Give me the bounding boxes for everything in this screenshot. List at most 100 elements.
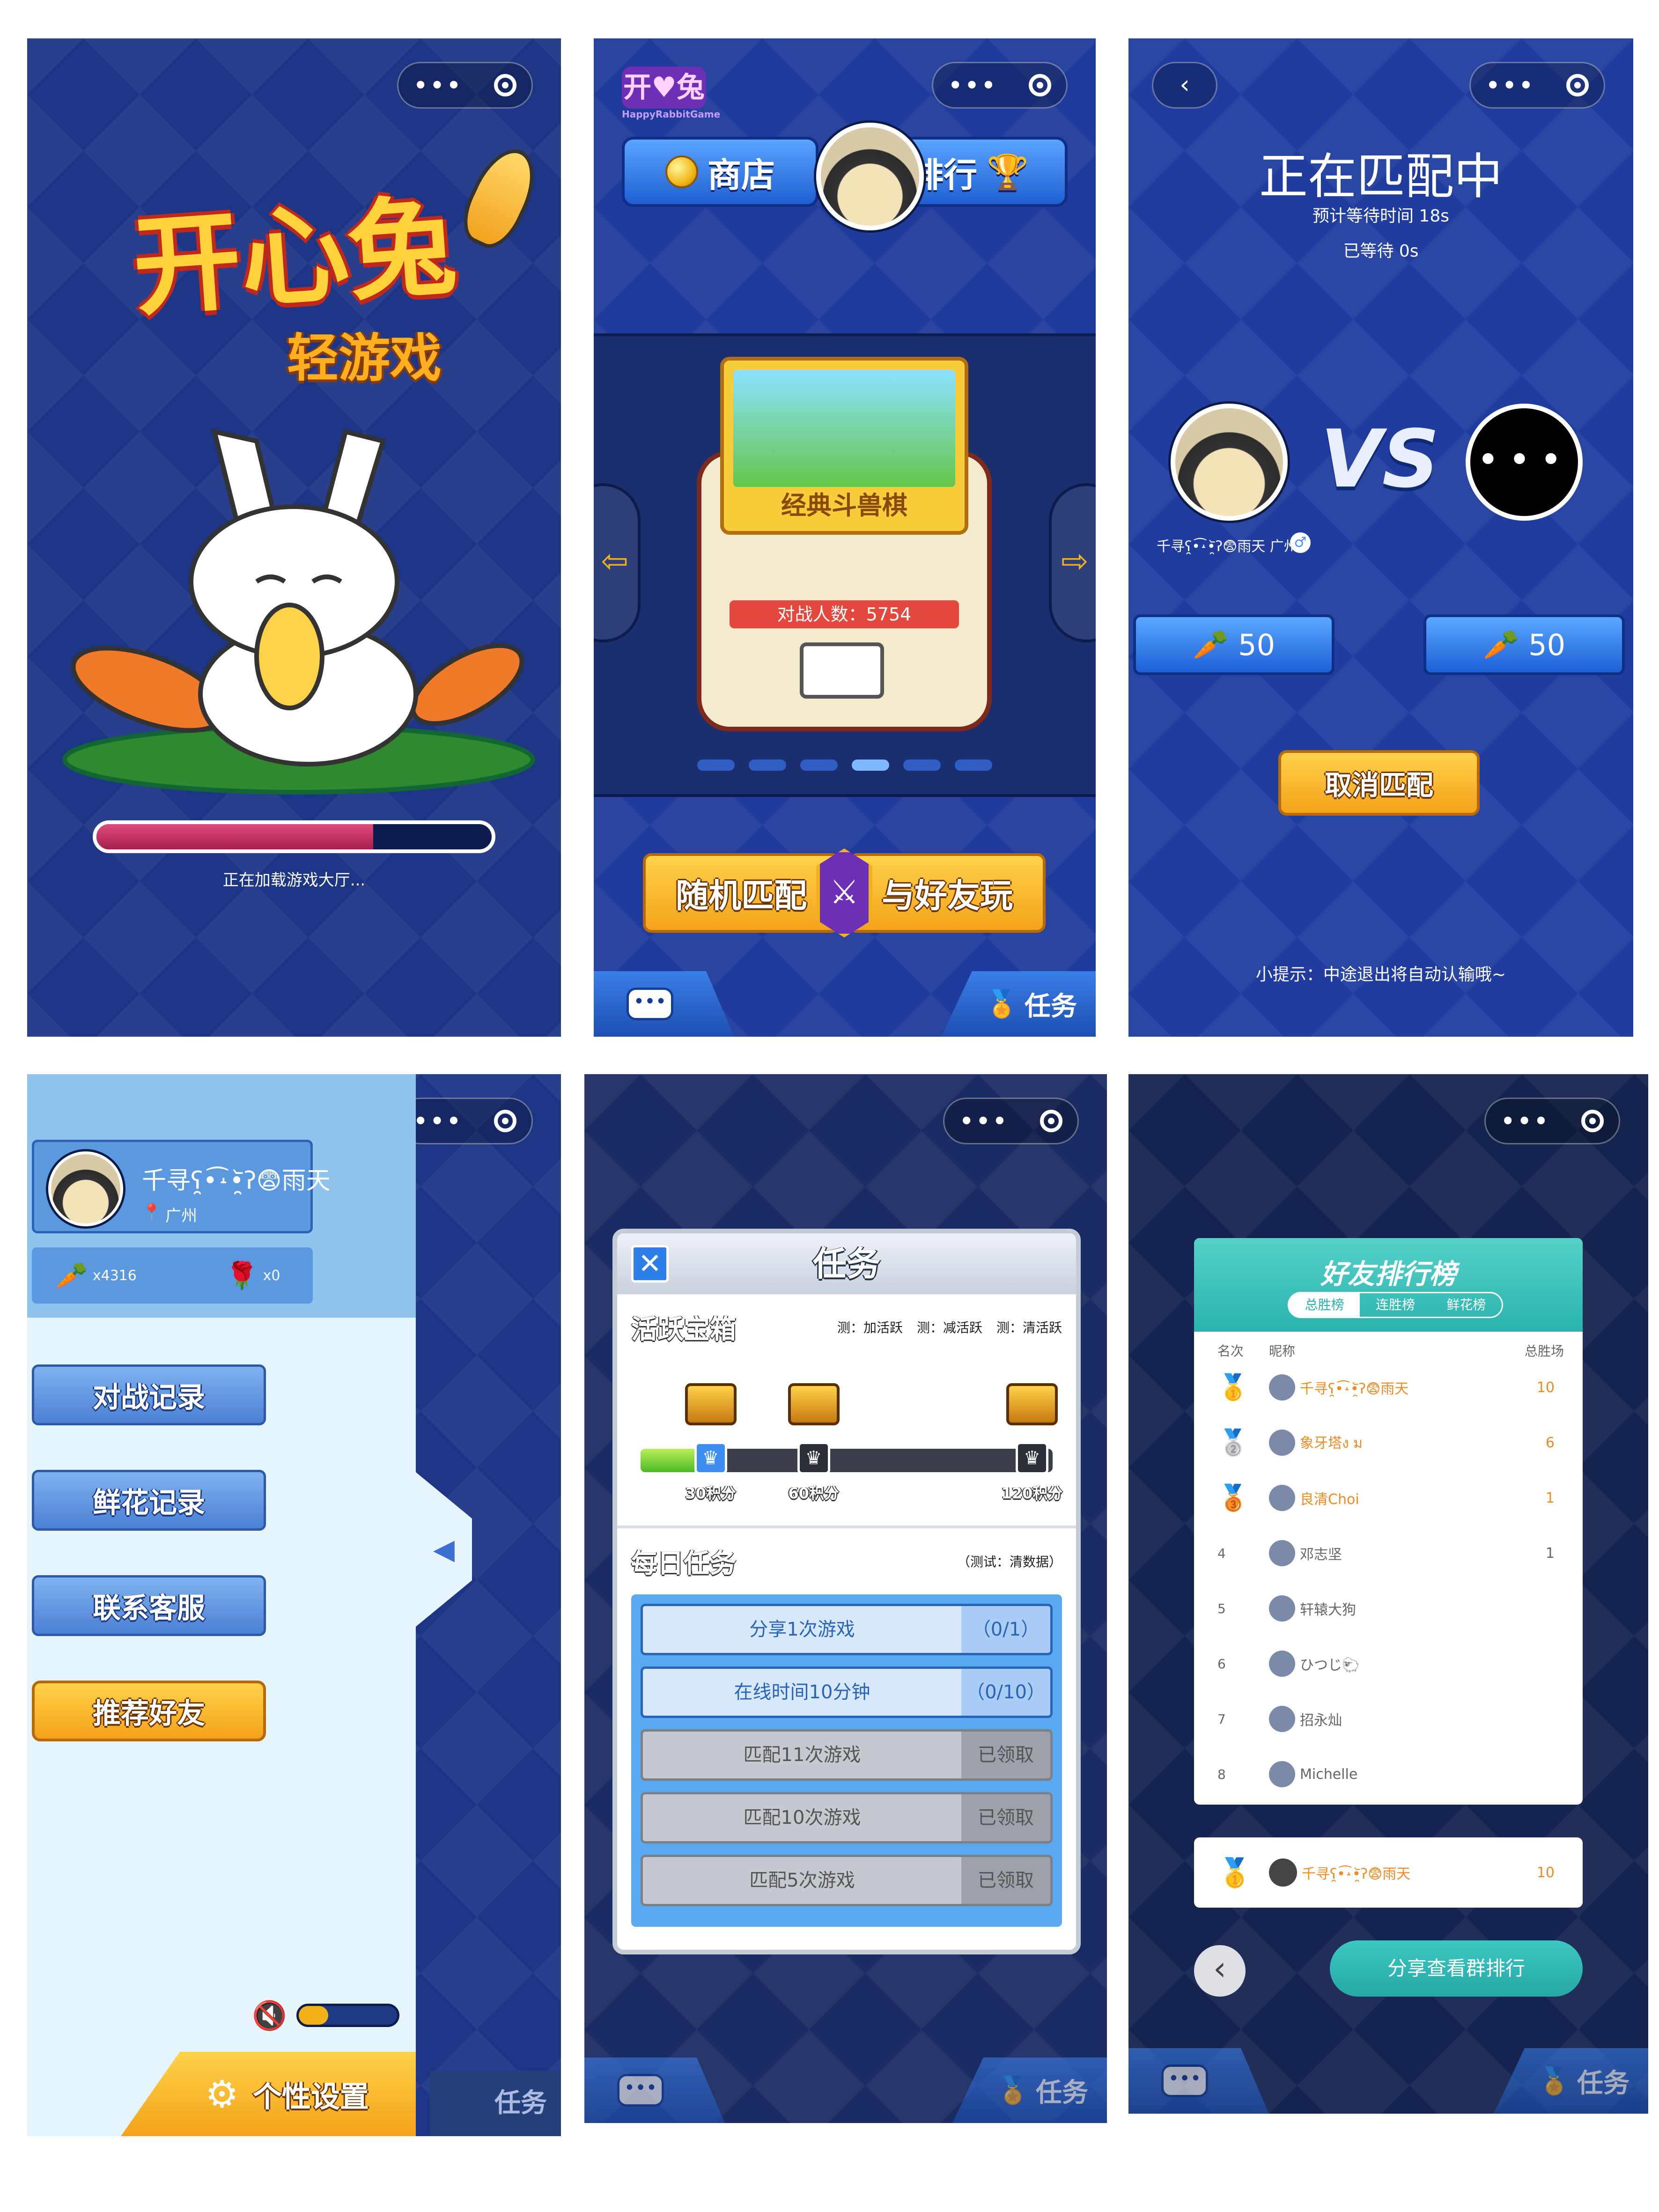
carrot-icon: 🥕 [55,1261,88,1291]
user-avatar[interactable] [816,123,924,230]
close-icon[interactable] [1581,1110,1604,1132]
screen-loading: ••• 开心兔 轻游戏 正在加载游戏大厅... [27,38,561,1037]
right-score: 50 [1528,627,1566,662]
task-button[interactable]: 🏅 任务 [941,971,1096,1037]
chat-button[interactable]: ••• [594,971,734,1037]
daily-task-name: 匹配10次游戏 [643,1794,961,1841]
side-drawer: 千寻ʕ̯•͡˔•̯᷅ʔ😨雨天 📍 广州 🥕 x4316 🌹 x0 对战记录 鲜花记… [27,1074,416,2136]
speaker-muted-icon[interactable]: 🔇 [252,1999,287,2032]
active-test-link-1[interactable]: 测：加活跃 [837,1318,903,1336]
carousel-dot[interactable] [903,759,941,771]
more-icon[interactable]: ••• [413,73,463,98]
menu-button-1[interactable]: 对战记录 [32,1364,266,1425]
volume-control: 🔇 [252,1997,406,2034]
daily-task-name: 在线时间10分钟 [643,1669,961,1716]
trophy-icon: 🏆 [987,152,1029,192]
friend-name: 象牙塔ง ม [1300,1435,1363,1452]
profile-card[interactable]: 千寻ʕ̯•͡˔•̯᷅ʔ😨雨天 📍 广州 [32,1140,331,1233]
waited-text: 已等待 0s [1343,242,1419,261]
players-count-bar: 对战人数：5754 [730,600,959,628]
daily-test-link[interactable]: （测试：清数据） [957,1552,1062,1571]
settings-button[interactable]: ⚙ 个性设置 [121,2052,416,2136]
ranking-panel: 好友排行榜 总胜榜 连胜榜 鲜花榜 名次 昵称 总胜场 🥇 千寻ʕ̯•͡˔•̯᷅ʔ😨雨… [1194,1238,1583,1805]
daily-tasks-section: 每日任务 （测试：清数据） 分享1次游戏 （0/1） 在线时间10分钟 （0/10）匹… [617,1528,1076,1941]
close-dialog-button[interactable]: ✕ [631,1245,669,1283]
close-icon[interactable] [1040,1110,1062,1132]
shop-button[interactable]: 商店 [622,137,818,207]
miniprogram-capsule[interactable]: ••• [932,62,1068,109]
back-button[interactable]: ‹ [1152,62,1217,109]
close-icon[interactable] [494,74,516,96]
daily-task-row[interactable]: 匹配11次游戏 已领取 [641,1729,1053,1781]
friend-name: 良清Choi [1300,1491,1359,1508]
chat-icon: ••• [627,988,673,1020]
friend-name: 轩辕大狗 [1300,1602,1356,1618]
flower-icon: 🌹 [225,1261,258,1291]
right-score-ribbon: 🥕 50 [1423,614,1625,675]
carousel-dot[interactable] [697,759,735,771]
daily-task-row[interactable]: 在线时间10分钟 （0/10） [641,1666,1053,1718]
miniprogram-capsule[interactable]: ••• [397,1098,533,1144]
drawer-collapse-tab[interactable]: ◀ [416,1472,472,1627]
ranking-back-button[interactable]: ‹ [1194,1945,1246,1997]
chat-button[interactable]: ••• [1128,2048,1269,2114]
share-group-rank-button[interactable]: 分享查看群排行 [1330,1940,1583,1997]
milestone-label: 30积分 [685,1484,736,1502]
game-cover-image [733,370,955,487]
chat-button[interactable]: ••• [584,2057,725,2123]
estimate-text: 预计等待时间 18s [1312,206,1449,226]
menu-button-4[interactable]: 推荐好友 [32,1681,266,1741]
medal-icon: 🏅 [985,989,1018,1019]
active-test-link-2[interactable]: 测：减活跃 [917,1318,982,1336]
screen-tasks: ••• ✕ 任务 活跃宝箱 测：加活跃 测：减活跃 测：清活跃 ♛ 30积分 ♛ 60积分… [584,1074,1107,2123]
ranking-tab-3[interactable]: 鲜花榜 [1431,1293,1502,1317]
menu-button-3[interactable]: 联系客服 [32,1575,266,1636]
daily-task-status: 已领取 [961,1794,1050,1841]
miniprogram-capsule[interactable]: ••• [943,1098,1079,1144]
ranking-rows: 🥇 千寻ʕ̯•͡˔•̯᷅ʔ😨雨天 10 🥈 象牙塔ง ม 6 🥉 良清Choi 1 4 邓志坚 1 5 轩… [1194,1360,1583,1802]
friend-play-button[interactable]: 与好友玩 [849,853,1046,933]
treasure-chest-icon [788,1383,840,1425]
logo: 开心兔 轻游戏 [83,170,505,391]
more-icon[interactable]: ••• [1501,1108,1550,1134]
carousel-dot[interactable] [749,759,786,771]
game-console-card[interactable]: 经典斗兽棋 对战人数：5754 [697,357,992,731]
close-icon[interactable] [1566,74,1589,96]
more-icon[interactable]: ••• [1486,73,1535,98]
active-chest-title: 活跃宝箱 [631,1314,736,1345]
menu-button-2[interactable]: 鲜花记录 [32,1470,266,1531]
carousel-dot[interactable] [955,759,992,771]
close-icon[interactable] [1028,74,1051,96]
coin-icon [665,155,698,188]
miniprogram-capsule[interactable]: ••• [1469,62,1605,109]
carousel-dot[interactable] [800,759,838,771]
cancel-match-button[interactable]: 取消匹配 [1278,750,1480,816]
tasks-title: 任务 [812,1244,880,1283]
task-button[interactable]: 🏅 任务 [1494,2048,1648,2114]
daily-task-row[interactable]: 匹配10次游戏 已领取 [641,1792,1053,1843]
ranking-row: 🥇 千寻ʕ̯•͡˔•̯᷅ʔ😨雨天 10 [1194,1360,1583,1415]
more-icon[interactable]: ••• [413,1108,463,1134]
more-icon[interactable]: ••• [959,1108,1009,1134]
carousel-next-button[interactable]: ⇨ [1049,483,1096,642]
ranking-tab-2[interactable]: 连胜榜 [1360,1293,1430,1317]
task-button[interactable]: 🏅 任务 [952,2057,1107,2123]
miniprogram-capsule[interactable]: ••• [397,62,533,109]
carousel-prev-button[interactable]: ⇦ [594,483,641,642]
screen-lobby: HappyRabbitGame 开♥兔 ••• 商店 排行 🏆 ⇦ ⇨ 经典斗兽棋… [594,38,1096,1037]
gear-icon: ⚙ [205,2072,239,2116]
carousel-dot[interactable] [852,759,889,771]
daily-task-row[interactable]: 匹配5次游戏 已领取 [641,1855,1053,1906]
daily-task-status: 已领取 [961,1732,1050,1778]
daily-task-row[interactable]: 分享1次游戏 （0/1） [641,1604,1053,1655]
ranking-tab-1[interactable]: 总胜榜 [1289,1293,1360,1317]
random-match-button[interactable]: 随机匹配 [643,853,840,933]
active-test-link-3[interactable]: 测：清活跃 [996,1318,1062,1336]
settings-label: 个性设置 [252,2079,369,2114]
volume-slider[interactable] [296,2004,399,2027]
gold-medal-icon: 🥇 [1217,1856,1253,1889]
close-icon[interactable] [494,1110,516,1132]
more-icon[interactable]: ••• [948,73,998,98]
miniprogram-capsule[interactable]: ••• [1484,1098,1620,1144]
rank-number: 8 [1217,1766,1226,1782]
